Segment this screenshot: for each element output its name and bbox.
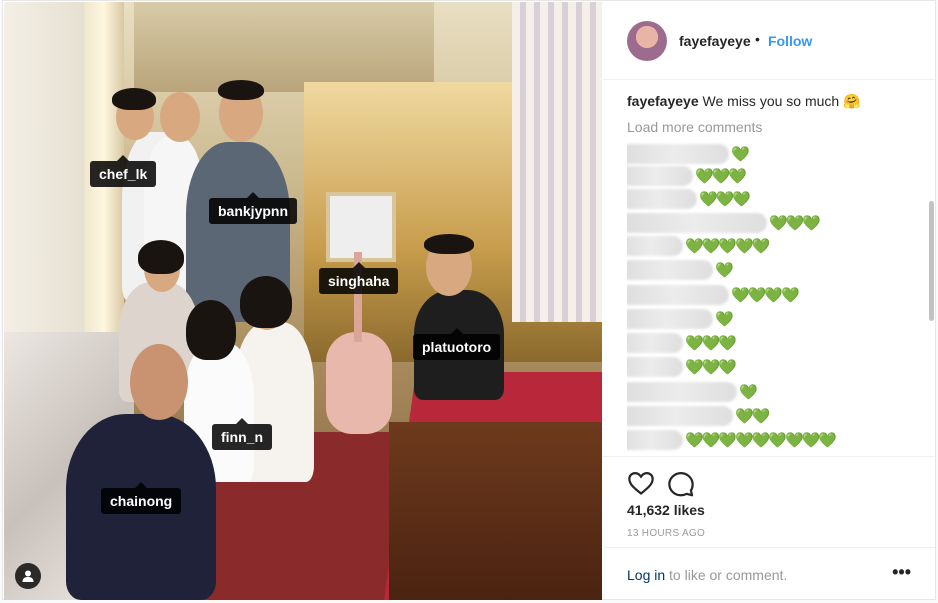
comment-item: 💚💚💚💚💚💚💚💚💚 — [627, 429, 837, 451]
photo-user-tag[interactable]: chainong — [101, 482, 182, 514]
speech-bubble-icon[interactable] — [667, 469, 695, 497]
photo-person-hair — [112, 88, 156, 110]
post-sidebar: fayefayeye • Follow fayefayeye We miss y… — [603, 1, 935, 599]
comment-text: 💚 — [715, 311, 734, 328]
caption-username[interactable]: fayefayeye — [627, 93, 699, 109]
comment-text: 💚 — [715, 262, 734, 279]
comment-item: 💚 — [627, 143, 750, 165]
photo-person-head — [130, 344, 188, 420]
likes-count[interactable]: 41,632 likes — [627, 502, 705, 518]
comment-text: 💚💚💚💚💚💚💚💚💚 — [685, 432, 837, 449]
photo-bg-ceiling — [134, 2, 434, 92]
comment-text: 💚💚💚💚 — [731, 287, 800, 304]
post-actions: 41,632 likes 13 HOURS AGO Log in to like… — [603, 456, 935, 602]
caption: fayefayeye We miss you so much 🤗 — [627, 91, 927, 111]
photo-bg-curtain — [512, 2, 602, 322]
comment-text: 💚💚💚 — [685, 335, 737, 352]
avatar[interactable] — [627, 21, 667, 61]
comment-text: 💚💚💚 — [769, 215, 821, 232]
comment-text: 💚💚💚 — [685, 359, 737, 376]
comments-list[interactable]: fayefayeye We miss you so much 🤗 Load mo… — [627, 91, 927, 455]
tagged-users-button[interactable] — [15, 563, 41, 589]
comment-item: 💚💚💚 — [627, 165, 747, 187]
comment-item: 💚💚💚 — [627, 356, 737, 378]
comment-text: 💚 — [731, 146, 750, 163]
comment-redacted-username — [627, 260, 713, 280]
photo-guitar-body — [326, 332, 392, 434]
comment-redacted-username — [627, 236, 683, 256]
comment-text: 💚💚 — [735, 408, 770, 425]
comment-item: 💚💚💚💚 — [627, 284, 800, 306]
comment-redacted-username — [627, 333, 683, 353]
comment-item: 💚💚💚💚💚 — [627, 235, 770, 257]
photo-user-tag[interactable]: bankjypnn — [209, 192, 298, 224]
comment-text: 💚 — [739, 384, 758, 401]
comment-text: 💚💚💚 — [695, 168, 747, 185]
more-options-button[interactable]: ••• — [892, 562, 911, 583]
photo-person-head — [160, 92, 200, 142]
comment-redacted-username — [627, 357, 683, 377]
login-link[interactable]: Log in — [627, 567, 665, 583]
comment-item: 💚 — [627, 308, 734, 330]
comment-redacted-username — [627, 309, 713, 329]
photo-person-hair — [138, 240, 184, 274]
load-more-comments-button[interactable]: Load more comments — [627, 119, 927, 135]
photo-user-tag[interactable]: chef_lk — [90, 155, 157, 187]
comment-item: 💚 — [627, 259, 734, 281]
header-separator: • — [755, 31, 760, 47]
comment-redacted-username — [627, 213, 767, 233]
photo-person-hair — [218, 80, 264, 100]
post-dialog: chef_lk bankjypnn singhaha platuotoro fi… — [2, 0, 936, 600]
comment-item: 💚💚💚 — [627, 332, 737, 354]
photo-bg-table-side — [389, 422, 602, 600]
photo-user-tag[interactable]: finn_n — [212, 418, 272, 450]
comment-redacted-username — [627, 406, 733, 426]
post-header: fayefayeye • Follow — [603, 1, 935, 80]
comment-item: 💚💚 — [627, 405, 770, 427]
post-photo[interactable]: chef_lk bankjypnn singhaha platuotoro fi… — [4, 2, 602, 600]
comment-text: 💚💚💚💚💚 — [685, 238, 770, 255]
comment-item: 💚💚💚 — [627, 212, 821, 234]
heart-outline-icon[interactable] — [627, 469, 655, 497]
comment-redacted-username — [627, 430, 683, 450]
photo-person-hair — [424, 234, 474, 254]
comment-text: 💚💚💚 — [699, 191, 751, 208]
comment-redacted-username — [627, 166, 693, 186]
photo-user-tag[interactable]: singhaha — [319, 262, 399, 294]
header-username[interactable]: fayefayeye — [679, 33, 751, 49]
login-prompt: Log in to like or comment. — [627, 567, 787, 583]
comment-item: 💚 — [627, 381, 758, 403]
login-suffix: to like or comment. — [665, 567, 788, 583]
caption-text: We miss you so much 🤗 — [702, 93, 861, 109]
follow-button[interactable]: Follow — [768, 33, 812, 49]
photo-user-tag[interactable]: platuotoro — [413, 328, 501, 360]
comment-redacted-username — [627, 144, 729, 164]
comment-redacted-username — [627, 189, 697, 209]
photo-person-hair — [186, 300, 236, 360]
photo-person-hair — [240, 276, 292, 328]
comment-redacted-username — [627, 285, 729, 305]
comment-redacted-username — [627, 382, 737, 402]
comments-scrollbar[interactable] — [929, 201, 934, 321]
post-timestamp[interactable]: 13 HOURS AGO — [627, 528, 705, 539]
person-icon — [22, 570, 34, 582]
login-bar: Log in to like or comment. ••• — [603, 547, 935, 603]
comment-item: 💚💚💚 — [627, 188, 751, 210]
